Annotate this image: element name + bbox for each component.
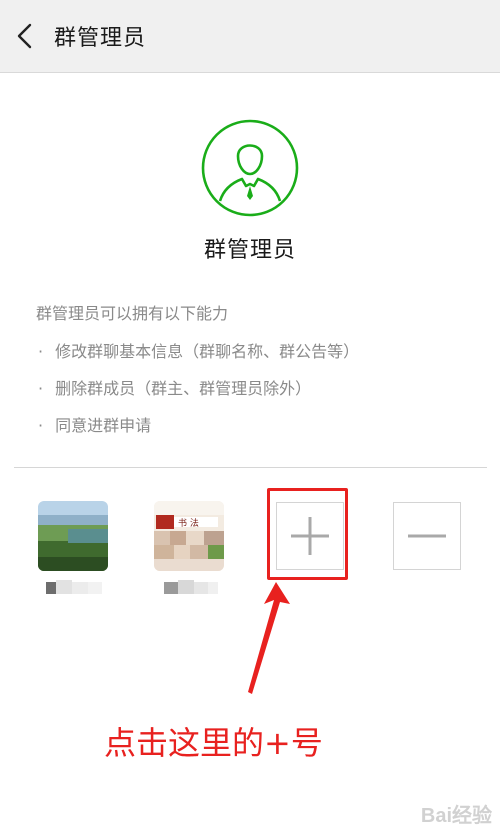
ability-text: 修改群聊基本信息（群聊名称、群公告等） — [55, 342, 360, 361]
nav-bar: 群管理员 — [0, 0, 500, 73]
member-name-blurred — [164, 578, 220, 598]
role-title: 群管理员 — [203, 238, 296, 263]
svg-text:书 法: 书 法 — [178, 517, 199, 529]
ability-text: 删除群成员（群主、群管理员除外） — [55, 379, 312, 398]
ability-item: · 删除群成员（群主、群管理员除外） — [38, 375, 311, 399]
page-title: 群管理员 — [54, 26, 147, 51]
landscape-photo-avatar — [38, 501, 108, 571]
admin-avatar-icon — [201, 119, 299, 217]
section-divider — [14, 467, 487, 468]
abilities-intro: 群管理员可以拥有以下能力 — [36, 304, 229, 323]
member-name-blurred — [46, 578, 104, 598]
chevron-left-icon — [17, 23, 32, 49]
highlight-box — [267, 488, 348, 580]
remove-admin-button[interactable] — [393, 502, 461, 570]
member-avatar[interactable] — [38, 501, 108, 571]
member-avatar[interactable]: 书 法 — [154, 501, 224, 571]
bullet-dot: · — [38, 342, 44, 361]
back-button[interactable] — [0, 0, 50, 72]
ability-item: · 修改群聊基本信息（群聊名称、群公告等） — [38, 338, 359, 362]
minus-icon — [408, 534, 446, 538]
ability-item: · 同意进群申请 — [38, 412, 151, 436]
bullet-dot: · — [38, 379, 44, 398]
bullet-dot: · — [38, 416, 44, 435]
instruction-annotation: 点击这里的+号 — [104, 724, 323, 762]
arrow-annotation-icon — [248, 582, 290, 694]
calligraphy-avatar: 书 法 — [154, 501, 224, 571]
ability-text: 同意进群申请 — [55, 416, 152, 435]
watermark: Bai经验 — [420, 805, 492, 827]
